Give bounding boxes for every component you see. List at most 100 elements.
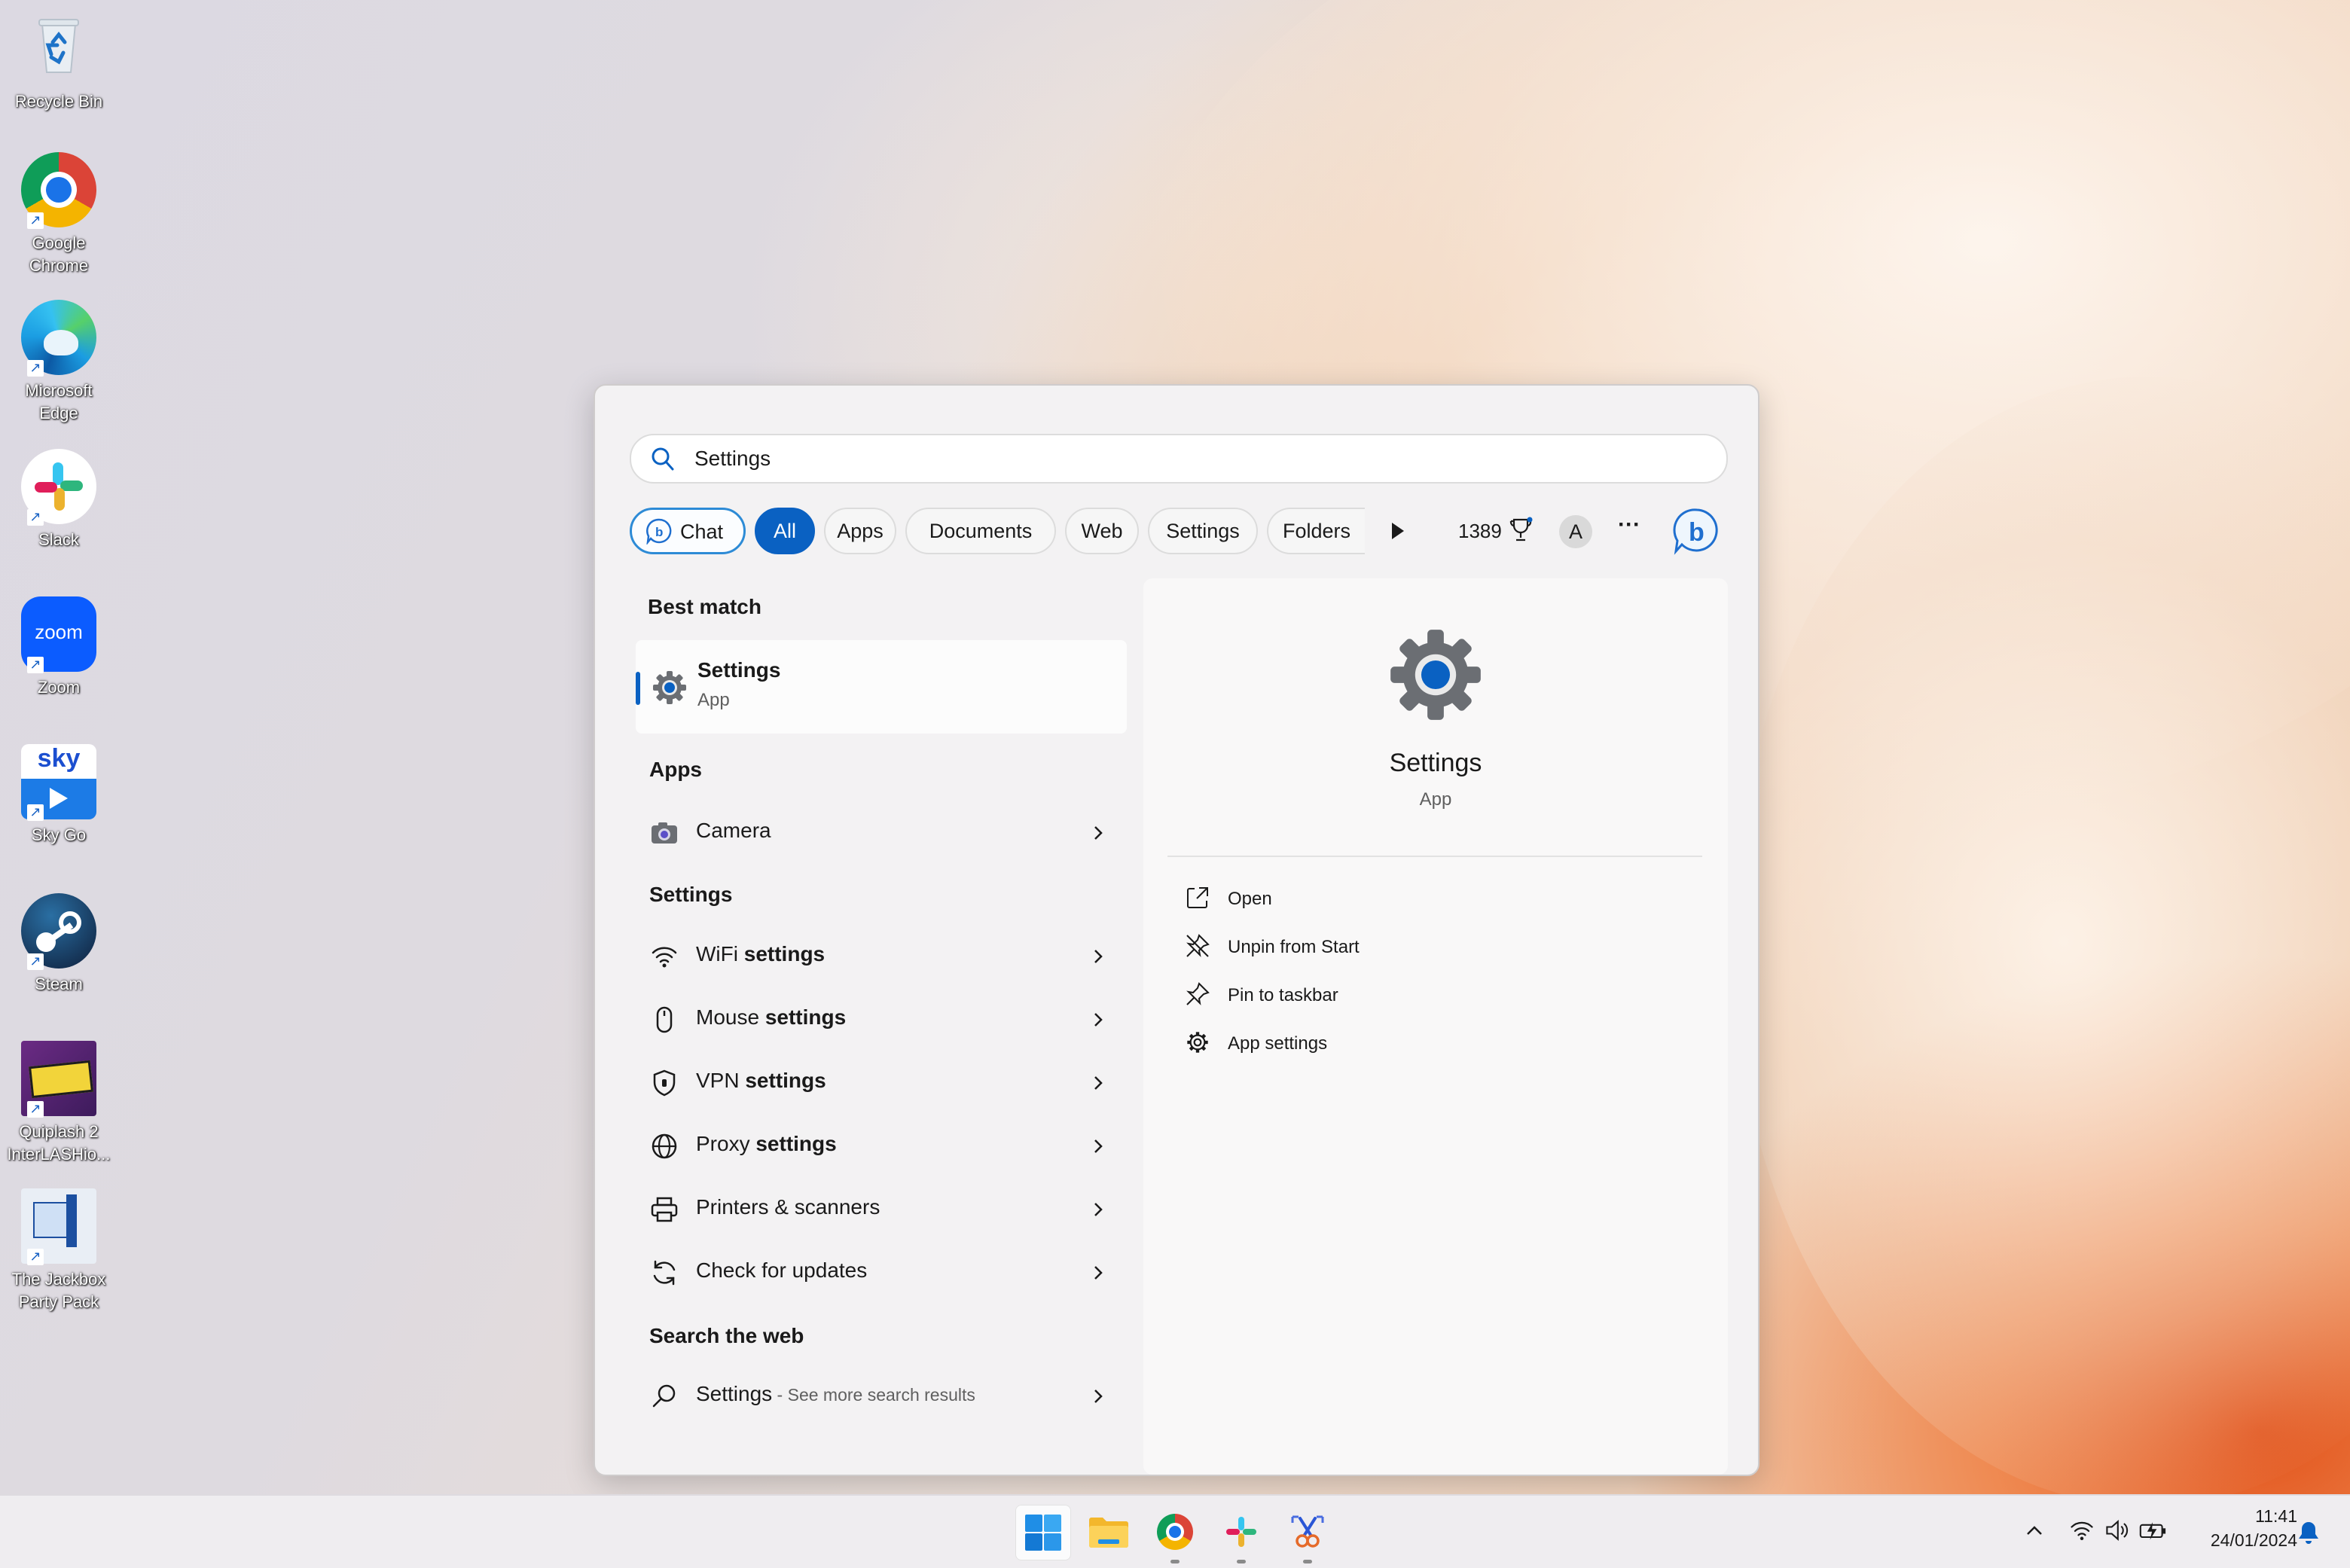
rewards-trophy-icon[interactable] — [1508, 517, 1534, 544]
action-pin-label: Pin to taskbar — [1228, 985, 1338, 1005]
search-icon — [652, 1384, 676, 1408]
shortcut-arrow-icon: ↗ — [27, 1249, 44, 1265]
printer-icon — [651, 1197, 678, 1222]
battery-charging-icon[interactable] — [2138, 1517, 2168, 1544]
settings-gear-icon — [653, 671, 686, 704]
filter-chat[interactable]: b Chat — [630, 508, 746, 554]
result-check-for-updates[interactable]: Check for updates — [636, 1241, 1127, 1304]
more-options-button[interactable]: ··· — [1618, 512, 1640, 538]
jackbox-icon: ↗ — [21, 1188, 96, 1265]
result-proxy-settings[interactable]: Proxy settings — [636, 1115, 1127, 1178]
zoom-icon: zoom ↗ — [21, 596, 96, 673]
sky-go-icon: sky ↗ — [21, 744, 96, 821]
desktop-icon-sky-go[interactable]: sky ↗ Sky Go — [5, 744, 113, 847]
action-unpin-label: Unpin from Start — [1228, 937, 1360, 957]
desktop-icon-label: Quiplash 2 InterLASHio... — [7, 1122, 111, 1164]
mouse-icon — [656, 1006, 673, 1033]
preview-title: Settings — [1389, 749, 1482, 777]
result-wifi-label: WiFi settings — [696, 942, 826, 966]
desktop-icon-label: Microsoft Edge — [25, 381, 93, 423]
wifi-icon — [652, 947, 677, 968]
camera-icon — [652, 822, 677, 843]
steam-icon: ↗ — [21, 893, 96, 970]
desktop-icon-label: The Jackbox Party Pack — [11, 1270, 106, 1311]
filter-all[interactable]: All — [755, 508, 815, 554]
result-proxy-label: Proxy settings — [696, 1132, 837, 1155]
action-open-label: Open — [1228, 889, 1272, 909]
shortcut-arrow-icon: ↗ — [27, 657, 44, 673]
selection-indicator — [636, 672, 640, 705]
start-button[interactable] — [1015, 1505, 1071, 1560]
chevron-right-icon — [1094, 1266, 1103, 1280]
running-indicator — [1237, 1560, 1246, 1563]
desktop-icon-zoom[interactable]: zoom ↗ Zoom — [5, 596, 113, 699]
volume-icon[interactable] — [2103, 1517, 2130, 1544]
shortcut-arrow-icon: ↗ — [27, 1101, 44, 1118]
taskbar-slack[interactable] — [1214, 1505, 1268, 1563]
chevron-right-icon — [1094, 1013, 1103, 1027]
recycle-bin-icon — [38, 19, 79, 73]
best-match-subtitle: App — [697, 690, 730, 710]
desktop-icon-slack[interactable]: ↗ Slack — [5, 449, 113, 551]
bing-chat-button-icon[interactable]: b — [1672, 506, 1722, 556]
rewards-points: 1389 — [1458, 520, 1502, 542]
open-external-icon — [1187, 887, 1208, 908]
desktop-icon-label: Steam — [35, 975, 83, 993]
search-the-web-header: Search the web — [649, 1324, 804, 1347]
shortcut-arrow-icon: ↗ — [27, 509, 44, 526]
taskbar-snipping-tool[interactable] — [1280, 1505, 1335, 1563]
result-vpn-label: VPN settings — [696, 1069, 826, 1092]
windows-logo-icon — [1025, 1515, 1061, 1551]
filter-folders[interactable]: Folders — [1267, 508, 1365, 554]
running-indicator — [1303, 1560, 1312, 1563]
filter-apps[interactable]: Apps — [824, 508, 896, 554]
taskbar-file-explorer[interactable] — [1082, 1505, 1136, 1559]
chevron-right-icon — [1094, 1139, 1103, 1153]
desktop-icon-jackbox[interactable]: ↗ The Jackbox Party Pack — [5, 1188, 113, 1313]
shortcut-arrow-icon: ↗ — [27, 953, 44, 970]
filter-web[interactable]: Web — [1065, 508, 1139, 554]
best-match-title: Settings — [697, 658, 781, 682]
result-web-label: Settings - See more search results — [696, 1382, 975, 1405]
wifi-status-icon[interactable] — [2068, 1517, 2095, 1544]
search-box[interactable] — [630, 434, 1728, 484]
scroll-filters-right-icon[interactable] — [1386, 520, 1408, 542]
search-input[interactable] — [693, 441, 1675, 476]
taskbar: 11:41 24/01/2024 — [0, 1494, 2350, 1568]
preview-divider — [1167, 856, 1702, 857]
taskbar-google-chrome[interactable] — [1148, 1505, 1202, 1563]
quiplash-icon: ↗ — [21, 1041, 96, 1118]
notification-bell-icon[interactable] — [2297, 1520, 2320, 1545]
result-mouse-settings[interactable]: Mouse settings — [636, 988, 1127, 1051]
apps-header: Apps — [649, 758, 702, 781]
result-web-search[interactable]: Settings - See more search results — [636, 1365, 1127, 1428]
result-camera[interactable]: Camera — [636, 801, 1127, 865]
result-printers-scanners[interactable]: Printers & scanners — [636, 1178, 1127, 1241]
result-mouse-label: Mouse settings — [696, 1005, 847, 1029]
filter-documents[interactable]: Documents — [905, 508, 1056, 554]
desktop-icon-google-chrome[interactable]: ↗ Google Chrome — [5, 152, 113, 277]
desktop-icon-steam[interactable]: ↗ Steam — [5, 893, 113, 996]
snipping-tool-icon — [1291, 1515, 1324, 1548]
edge-icon: ↗ — [21, 300, 96, 377]
result-wifi-settings[interactable]: WiFi settings — [636, 925, 1127, 988]
clock-time[interactable]: 11:41 — [2169, 1506, 2297, 1527]
result-vpn-settings[interactable]: VPN settings — [636, 1051, 1127, 1115]
result-camera-label: Camera — [696, 819, 771, 842]
chevron-right-icon — [1094, 950, 1103, 963]
filter-settings[interactable]: Settings — [1148, 508, 1258, 554]
globe-icon — [652, 1133, 677, 1159]
shortcut-arrow-icon: ↗ — [27, 212, 44, 229]
desktop-icon-quiplash[interactable]: ↗ Quiplash 2 InterLASHio... — [5, 1041, 113, 1166]
settings-large-gear-icon — [1390, 630, 1481, 720]
account-avatar[interactable]: A — [1559, 515, 1592, 548]
best-match-settings-app[interactable]: Settings App — [636, 640, 1127, 734]
clock-date[interactable]: 24/01/2024 — [2169, 1530, 2297, 1551]
unpin-icon — [1186, 934, 1210, 957]
show-hidden-icons-chevron-up-icon[interactable] — [2023, 1520, 2046, 1542]
svg-text:b: b — [1689, 518, 1705, 547]
preview-subtitle: App — [1419, 789, 1452, 810]
desktop-icon-microsoft-edge[interactable]: ↗ Microsoft Edge — [5, 300, 113, 425]
bing-chat-icon: b — [646, 518, 672, 545]
desktop-icon-recycle-bin[interactable]: Recycle Bin — [5, 8, 113, 113]
